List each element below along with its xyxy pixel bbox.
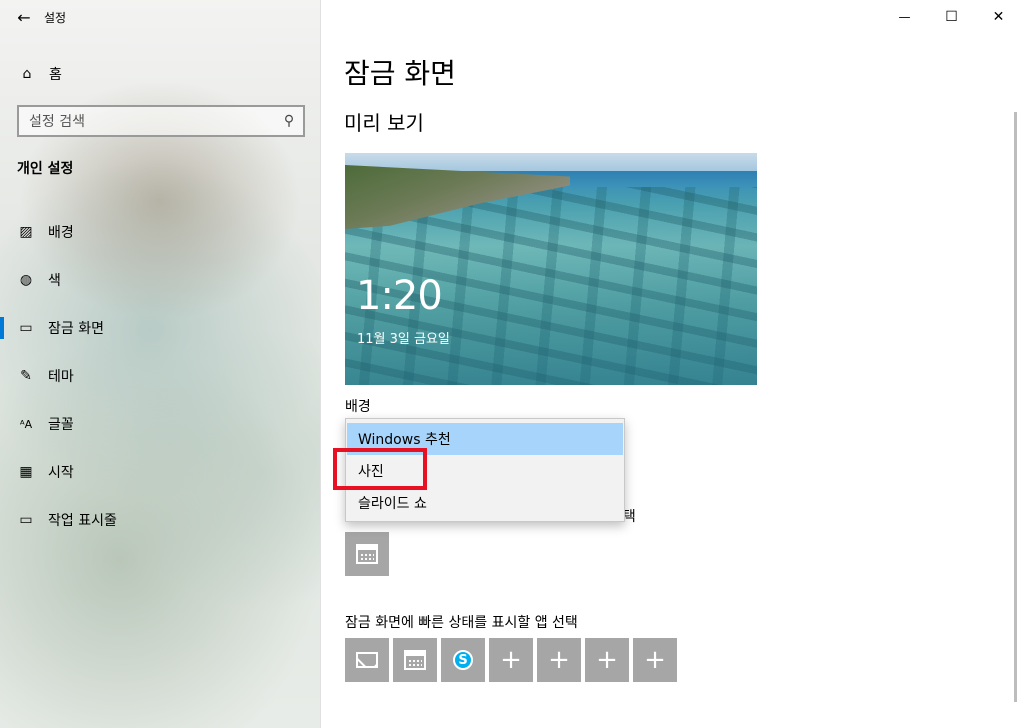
sidebar-item-label: 글꼴 xyxy=(48,417,74,433)
sidebar-item-themes[interactable]: ✎ 테마 xyxy=(0,352,321,400)
sidebar-item-label: 작업 표시줄 xyxy=(48,513,117,529)
start-icon: ▦ xyxy=(19,464,33,480)
search-box[interactable]: 설정 검색 ⚲ xyxy=(17,105,305,137)
calendar-icon xyxy=(404,650,426,670)
background-label: 배경 xyxy=(345,399,371,415)
home-icon: ⌂ xyxy=(22,66,32,82)
search-input[interactable]: 설정 검색 xyxy=(19,111,275,131)
plus-icon: + xyxy=(596,645,618,675)
quick-status-app-mail[interactable] xyxy=(345,638,389,682)
quick-status-add-button[interactable]: + xyxy=(489,638,533,682)
lock-screen-icon: ▭ xyxy=(19,320,33,336)
plus-icon: + xyxy=(644,645,666,675)
skype-icon: S xyxy=(453,650,473,670)
sidebar-item-label: 잠금 화면 xyxy=(48,321,104,337)
maximize-button[interactable]: ☐ xyxy=(928,0,975,34)
minimize-icon: — xyxy=(898,10,911,24)
sidebar-item-label: 홈 xyxy=(49,67,62,83)
title-bar: ← 설정 xyxy=(0,0,321,34)
quick-status-add-button[interactable]: + xyxy=(585,638,629,682)
sidebar-item-background[interactable]: ▨ 배경 xyxy=(0,208,321,256)
maximize-icon: ☐ xyxy=(945,9,958,25)
back-button[interactable]: ← xyxy=(0,0,48,34)
image-icon: ▨ xyxy=(19,224,33,240)
sidebar-item-label: 테마 xyxy=(48,369,74,385)
calendar-icon xyxy=(356,544,378,564)
lock-screen-preview: 1:20 11월 3일 금요일 xyxy=(345,153,757,385)
theme-icon: ✎ xyxy=(20,368,32,384)
back-arrow-icon: ← xyxy=(17,7,31,27)
sidebar-item-label: 색 xyxy=(48,273,61,289)
sidebar-nav: ▨ 배경 ◍ 색 ▭ 잠금 화면 ✎ 테마 ᴬA 글꼴 ▦ 시작 ▭ 작업 표시… xyxy=(0,208,321,544)
font-icon: ᴬA xyxy=(19,417,33,431)
sidebar-item-lock-screen[interactable]: ▭ 잠금 화면 xyxy=(0,304,321,352)
plus-icon: + xyxy=(500,645,522,675)
preview-title: 미리 보기 xyxy=(344,111,424,135)
minimize-button[interactable]: — xyxy=(881,0,928,34)
close-button[interactable]: ✕ xyxy=(975,0,1022,34)
page-title: 잠금 화면 xyxy=(344,57,456,90)
palette-icon: ◍ xyxy=(19,272,33,288)
preview-date: 11월 3일 금요일 xyxy=(357,332,450,347)
sidebar-item-start[interactable]: ▦ 시작 xyxy=(0,448,321,496)
section-title: 개인 설정 xyxy=(17,161,74,177)
preview-clock: 1:20 xyxy=(356,273,443,319)
sidebar-item-fonts[interactable]: ᴬA 글꼴 xyxy=(0,400,321,448)
close-icon: ✕ xyxy=(992,9,1005,25)
sidebar-item-taskbar[interactable]: ▭ 작업 표시줄 xyxy=(0,496,321,544)
search-icon[interactable]: ⚲ xyxy=(275,113,303,129)
app-title: 설정 xyxy=(44,10,67,25)
sidebar-item-color[interactable]: ◍ 색 xyxy=(0,256,321,304)
detailed-status-app-button[interactable] xyxy=(345,532,389,576)
sidebar: ← 설정 ⌂ 홈 설정 검색 ⚲ 개인 설정 ▨ 배경 ◍ 색 ▭ 잠금 화면 … xyxy=(0,0,321,728)
sidebar-item-home[interactable]: ⌂ 홈 xyxy=(0,58,321,90)
taskbar-icon: ▭ xyxy=(19,512,33,528)
quick-status-app-calendar[interactable] xyxy=(393,638,437,682)
quick-status-add-button[interactable]: + xyxy=(633,638,677,682)
sidebar-item-label: 배경 xyxy=(48,225,74,241)
mail-icon xyxy=(356,652,378,668)
dropdown-option-slideshow[interactable]: 슬라이드 쇼 xyxy=(347,487,623,519)
window-controls: — ☐ ✕ xyxy=(881,0,1022,34)
scrollbar[interactable] xyxy=(1014,112,1017,702)
quick-status-add-button[interactable]: + xyxy=(537,638,581,682)
annotation-highlight-box xyxy=(333,448,427,490)
quick-status-app-skype[interactable]: S xyxy=(441,638,485,682)
sidebar-item-label: 시작 xyxy=(48,465,74,481)
plus-icon: + xyxy=(548,645,570,675)
quick-status-label: 잠금 화면에 빠른 상태를 표시할 앱 선택 xyxy=(345,615,578,631)
